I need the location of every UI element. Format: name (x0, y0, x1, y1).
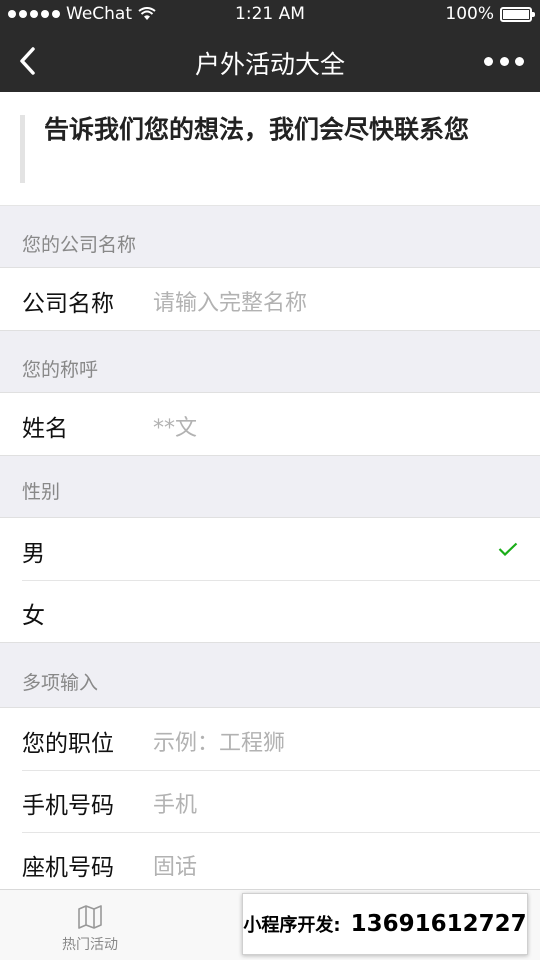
battery-percent: 100% (445, 4, 494, 24)
more-icon[interactable] (484, 46, 524, 76)
section-header-name: 您的称呼 (22, 359, 99, 381)
intro-panel: 告诉我们您的想法，我们会尽快联系您 (0, 92, 540, 206)
promo-banner[interactable]: 小程序开发: 13691612727 (242, 893, 528, 955)
promo-label: 小程序开发: (243, 915, 341, 936)
name-row[interactable]: 姓名 **文 (0, 393, 540, 455)
section-header-multi: 多项输入 (22, 672, 99, 694)
page-title: 户外活动大全 (194, 50, 345, 79)
checkmark-icon (498, 542, 518, 556)
name-group: 姓名 **文 (0, 392, 540, 456)
status-bar: WeChat 1:21 AM 100% (0, 0, 540, 30)
company-row[interactable]: 公司名称 请输入完整名称 (0, 268, 540, 330)
job-input[interactable]: 示例：工程狮 (153, 725, 285, 757)
battery-icon (500, 6, 535, 22)
gender-option-male[interactable]: 男 (0, 518, 540, 580)
gender-female-label: 女 (22, 603, 45, 629)
landline-row[interactable]: 座机号码 固话 (0, 832, 540, 894)
name-label: 姓名 (22, 416, 68, 442)
company-label: 公司名称 (22, 291, 114, 317)
multi-group: 您的职位 示例：工程狮 手机号码 手机 座机号码 固话 (0, 707, 540, 894)
company-group: 公司名称 请输入完整名称 (0, 267, 540, 331)
mobile-label: 手机号码 (22, 793, 114, 819)
promo-phone: 13691612727 (350, 911, 527, 937)
company-input[interactable]: 请输入完整名称 (153, 285, 307, 317)
gender-male-label: 男 (22, 541, 45, 567)
job-label: 您的职位 (22, 731, 114, 757)
status-right: 100% (445, 4, 535, 24)
job-row[interactable]: 您的职位 示例：工程狮 (0, 708, 540, 770)
section-header-company: 您的公司名称 (22, 234, 137, 256)
tab-hot-activities[interactable]: 热门活动 (40, 890, 140, 960)
tab-label: 热门活动 (62, 937, 118, 953)
gender-option-female[interactable]: 女 (0, 580, 540, 642)
map-icon (78, 905, 102, 929)
gender-group: 男 女 (0, 517, 540, 643)
nav-bar: 户外活动大全 (0, 30, 540, 92)
landline-label: 座机号码 (22, 855, 114, 881)
landline-input[interactable]: 固话 (153, 849, 197, 881)
section-header-gender: 性别 (22, 481, 61, 503)
intro-text: 告诉我们您的想法，我们会尽快联系您 (44, 115, 470, 144)
mobile-row[interactable]: 手机号码 手机 (0, 770, 540, 832)
name-input[interactable]: **文 (153, 410, 197, 442)
quote-bar (20, 115, 25, 183)
mobile-input[interactable]: 手机 (153, 787, 197, 819)
